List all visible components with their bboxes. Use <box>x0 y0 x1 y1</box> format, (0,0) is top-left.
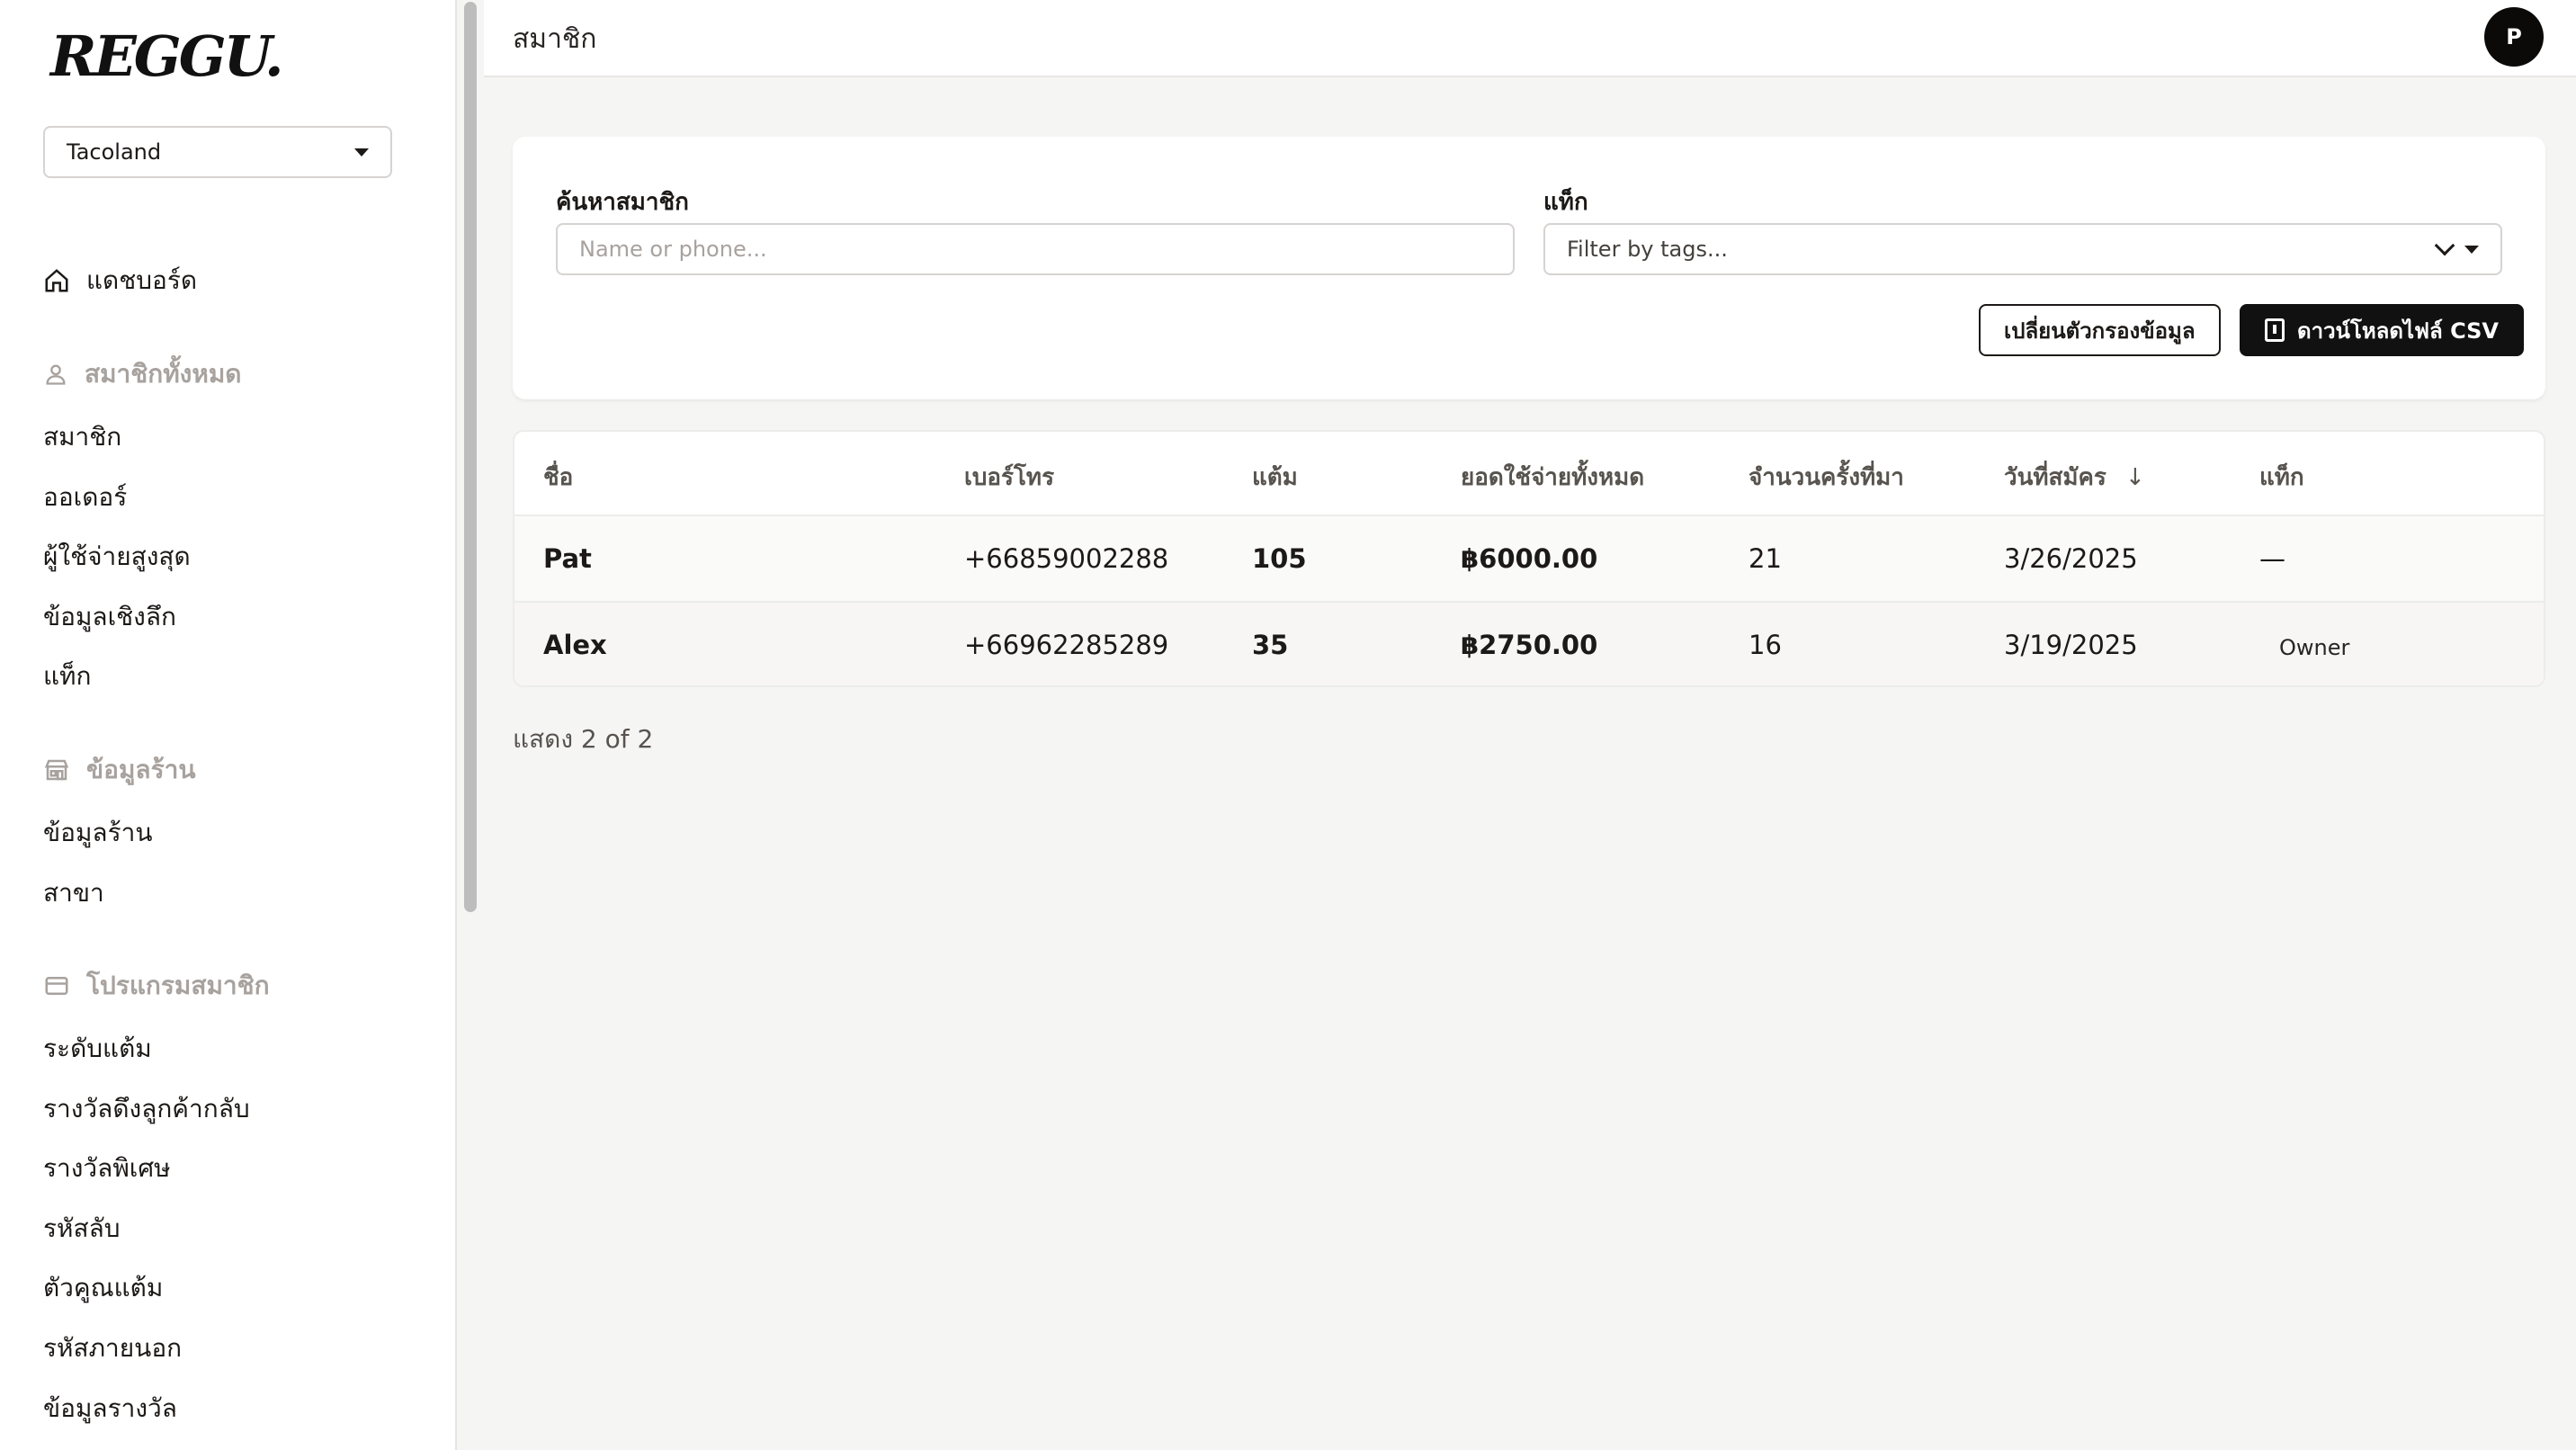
sidebar-section-store: ข้อมูลร้าน <box>43 750 195 790</box>
home-icon <box>45 269 68 292</box>
sidebar-item-branches[interactable]: สาขา <box>43 873 104 913</box>
table-header: ชื่อ เบอร์โทร แต้ม ยอดใช้จ่ายทั้งหมด จำน… <box>514 432 2544 516</box>
cell-visits: 16 <box>1749 630 1782 660</box>
table-row[interactable]: Alex +66962285289 35 ฿2750.00 16 3/19/20… <box>514 603 2544 685</box>
caret-down-icon <box>354 148 369 157</box>
sidebar-item-reward-info[interactable]: ข้อมูลรางวัล <box>43 1389 177 1428</box>
tag-badge[interactable]: Owner <box>2279 635 2349 660</box>
top-bar: สมาชิก P <box>484 0 2576 77</box>
table-row[interactable]: Pat +66859002288 105 ฿6000.00 21 3/26/20… <box>514 516 2544 603</box>
download-csv-label: ดาวน์โหลดไฟล์ CSV <box>2297 318 2499 344</box>
cell-phone: +66962285289 <box>964 630 1169 660</box>
cell-points: 105 <box>1252 543 1307 574</box>
file-download-icon <box>2265 318 2285 342</box>
store-icon <box>44 759 69 781</box>
column-header-phone[interactable]: เบอร์โทร <box>964 459 1054 496</box>
cell-joined: 3/26/2025 <box>2004 543 2138 574</box>
filter-card: ค้นหาสมาชิก Name or phone... แท็ก Filter… <box>513 137 2545 399</box>
column-header-total-spend[interactable]: ยอดใช้จ่ายทั้งหมด <box>1461 459 1644 496</box>
sidebar-item-point-tiers[interactable]: ระดับแต้ม <box>43 1029 152 1069</box>
sidebar-section-title: สมาชิกทั้งหมด <box>85 359 242 389</box>
sidebar-item-members[interactable]: สมาชิก <box>43 417 121 457</box>
cell-name: Alex <box>543 630 607 660</box>
tag-filter-label: แท็ก <box>1543 189 1588 216</box>
sidebar-item-winback-rewards[interactable]: รางวัลดึงลูกค้ากลับ <box>43 1089 250 1129</box>
cell-tags: — <box>2259 543 2285 574</box>
page-title: สมาชิก <box>513 23 597 55</box>
cell-visits: 21 <box>1749 543 1782 574</box>
sidebar: REGGU. Tacoland แดชบอร์ด สมาชิกทั้งหมด ส… <box>0 0 477 1450</box>
change-filter-button[interactable]: เปลี่ยนตัวกรองข้อมูล <box>1979 304 2221 356</box>
cell-spend: ฿2750.00 <box>1461 630 1598 660</box>
sidebar-item-external-codes[interactable]: รหัสภายนอก <box>43 1329 182 1368</box>
caret-down-icon <box>2464 245 2479 254</box>
sidebar-item-dashboard[interactable]: แดชบอร์ด <box>43 261 197 300</box>
sidebar-item-top-spenders[interactable]: ผู้ใช้จ่ายสูงสุด <box>43 537 191 577</box>
download-csv-button[interactable]: ดาวน์โหลดไฟล์ CSV <box>2240 304 2524 356</box>
search-input[interactable]: Name or phone... <box>556 223 1515 275</box>
search-placeholder: Name or phone... <box>579 237 767 262</box>
tag-filter-placeholder: Filter by tags... <box>1567 237 1728 262</box>
sidebar-item-orders[interactable]: ออเดอร์ <box>43 478 127 517</box>
sidebar-item-insights[interactable]: ข้อมูลเชิงลึก <box>43 597 176 637</box>
sidebar-section-loyalty: โปรแกรมสมาชิก <box>43 966 270 1006</box>
sidebar-section-title: โปรแกรมสมาชิก <box>86 971 270 1000</box>
column-header-name[interactable]: ชื่อ <box>543 459 573 496</box>
column-header-tags[interactable]: แท็ก <box>2259 459 2304 496</box>
sidebar-item-store-info[interactable]: ข้อมูลร้าน <box>43 813 152 853</box>
sidebar-scrollbar[interactable] <box>464 2 477 912</box>
sidebar-item-secret-codes[interactable]: รหัสลับ <box>43 1209 121 1249</box>
cell-points: 35 <box>1252 630 1289 660</box>
sidebar-item-special-rewards[interactable]: รางวัลพิเศษ <box>43 1149 171 1188</box>
column-header-joined[interactable]: วันที่สมัคร ↓ <box>2004 459 2145 496</box>
members-table: ชื่อ เบอร์โทร แต้ม ยอดใช้จ่ายทั้งหมด จำน… <box>513 430 2545 687</box>
tag-filter-select[interactable]: Filter by tags... <box>1543 223 2502 275</box>
sort-down-arrow-icon: ↓ <box>2124 464 2145 491</box>
reggu-logo[interactable]: REGGU. <box>50 23 284 89</box>
shop-select[interactable]: Tacoland <box>43 126 392 178</box>
cell-phone: +66859002288 <box>964 543 1169 574</box>
sidebar-item-label: แดชบอร์ด <box>86 265 198 295</box>
column-header-visits[interactable]: จำนวนครั้งที่มา <box>1749 459 1904 496</box>
sidebar-section-title: ข้อมูลร้าน <box>86 755 196 784</box>
sidebar-item-tags[interactable]: แท็ก <box>43 657 91 696</box>
result-count: แสดง 2 of 2 <box>513 724 654 754</box>
chevron-down-icon <box>2434 235 2455 256</box>
sidebar-item-point-multipliers[interactable]: ตัวคูณแต้ม <box>43 1268 163 1308</box>
main-content: สมาชิก P ค้นหาสมาชิก Name or phone... แท… <box>484 0 2576 1450</box>
change-filter-label: เปลี่ยนตัวกรองข้อมูล <box>2004 318 2196 344</box>
cell-name: Pat <box>543 543 592 574</box>
column-header-points[interactable]: แต้ม <box>1252 459 1298 496</box>
card-icon <box>45 977 68 995</box>
search-label: ค้นหาสมาชิก <box>556 189 689 216</box>
shop-select-value: Tacoland <box>67 139 162 165</box>
cell-joined: 3/19/2025 <box>2004 630 2138 660</box>
cell-spend: ฿6000.00 <box>1461 543 1598 574</box>
column-header-joined-label: วันที่สมัคร <box>2004 464 2106 491</box>
user-icon <box>46 364 66 385</box>
sidebar-section-members: สมาชิกทั้งหมด <box>43 354 241 394</box>
avatar[interactable]: P <box>2484 7 2544 67</box>
